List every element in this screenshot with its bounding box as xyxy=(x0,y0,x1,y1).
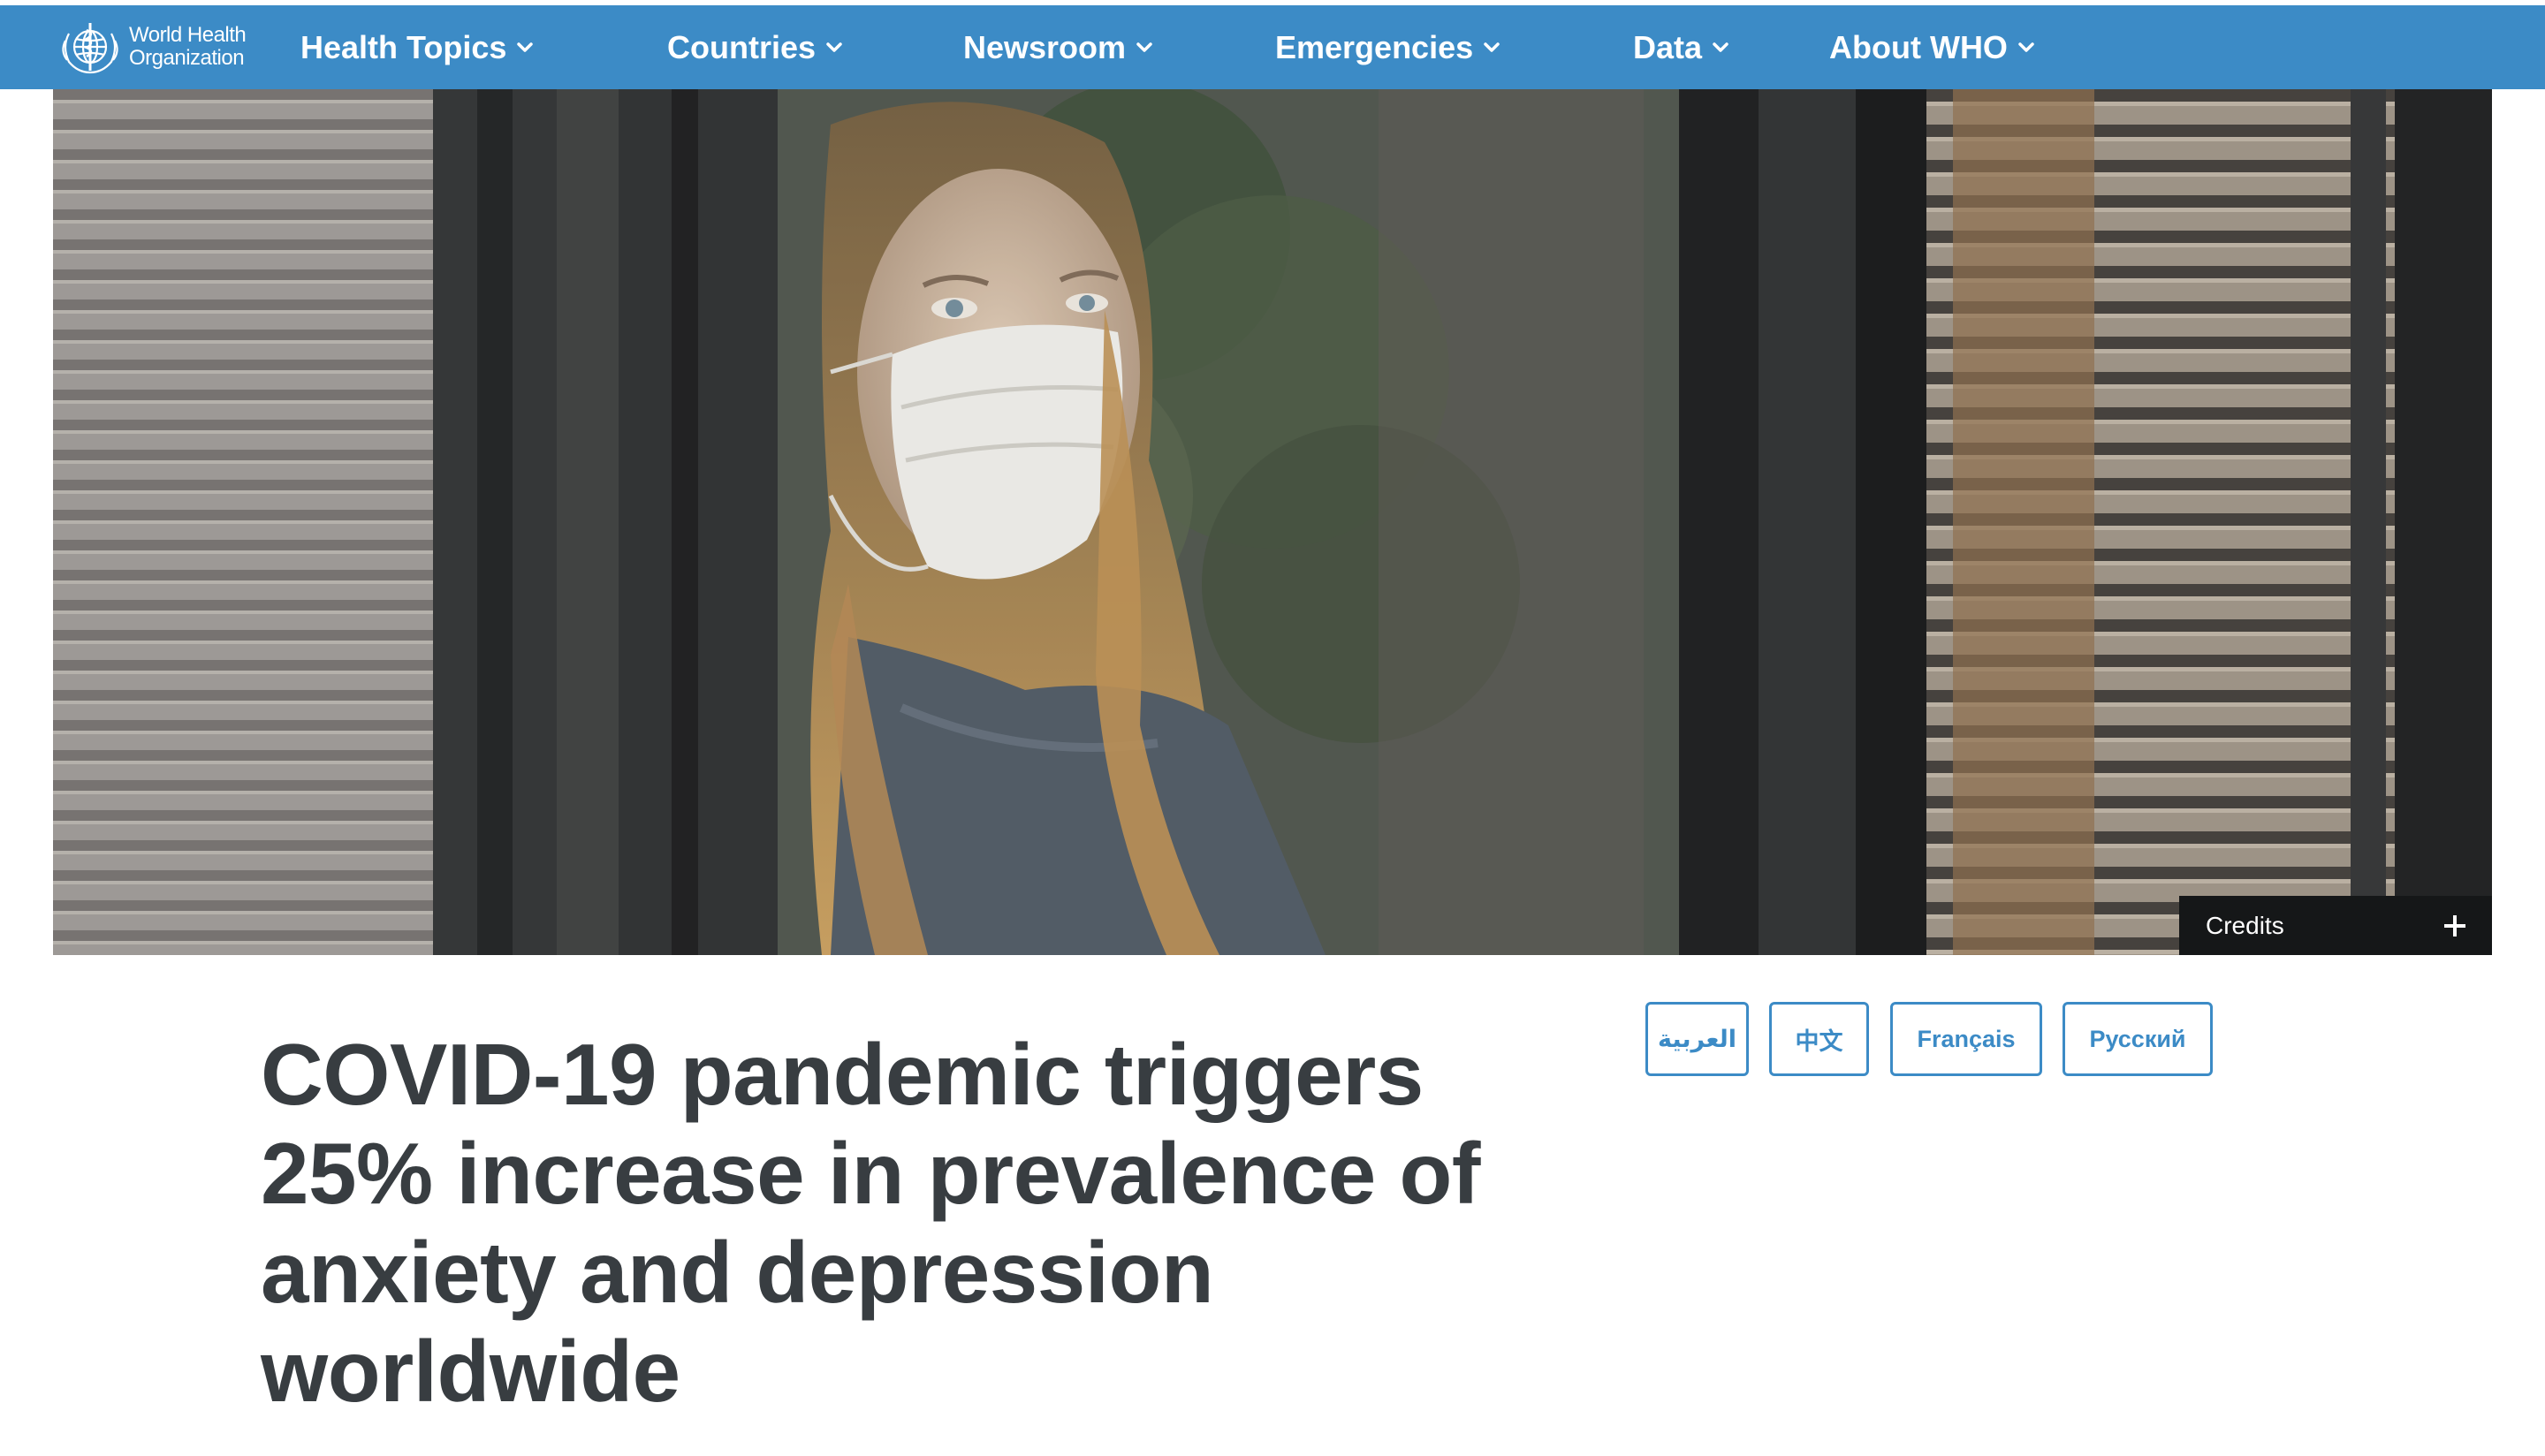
nav-emergencies[interactable]: Emergencies xyxy=(1275,5,1501,89)
chevron-down-icon xyxy=(1713,42,1728,52)
language-button-arabic[interactable]: العربية xyxy=(1645,1002,1749,1076)
nav-newsroom[interactable]: Newsroom xyxy=(963,5,1154,89)
chevron-down-icon xyxy=(1484,42,1500,52)
language-button-russian[interactable]: Русский xyxy=(2063,1002,2213,1076)
language-label: Français xyxy=(1917,1025,2016,1052)
who-emblem-icon xyxy=(62,23,118,74)
nav-countries[interactable]: Countries xyxy=(667,5,844,89)
nav-label: Data xyxy=(1633,28,1703,65)
article-title: COVID-19 pandemic triggers 25% increase … xyxy=(261,1026,1481,1420)
chevron-down-icon xyxy=(517,42,534,52)
top-navigation-bar: World Health Organization Health Topics … xyxy=(0,5,2545,89)
language-label: 中文 xyxy=(1795,1028,1843,1055)
hero-photo-illustration xyxy=(53,89,2492,955)
chevron-down-icon xyxy=(2018,42,2034,52)
credits-label: Credits xyxy=(2206,911,2284,939)
chevron-down-icon xyxy=(1136,42,1152,52)
nav-label: Newsroom xyxy=(963,28,1127,65)
logo-line-2: Organization xyxy=(129,46,245,70)
nav-label: Emergencies xyxy=(1275,28,1474,65)
nav-label: Health Topics xyxy=(300,28,507,65)
language-button-french[interactable]: Français xyxy=(1890,1002,2042,1076)
nav-about-who[interactable]: About WHO xyxy=(1829,5,2036,89)
logo-line-1: World Health xyxy=(129,23,247,47)
who-logo-text: World Health Organization xyxy=(129,23,247,70)
credits-toggle-button[interactable]: Credits xyxy=(2179,896,2492,955)
plus-icon xyxy=(2444,914,2465,937)
language-label: Русский xyxy=(2089,1025,2186,1052)
who-logo-link[interactable]: World Health Organization xyxy=(55,18,247,76)
chevron-down-icon xyxy=(826,42,842,52)
language-label: العربية xyxy=(1658,1025,1736,1052)
nav-label: Countries xyxy=(667,28,817,65)
nav-data[interactable]: Data xyxy=(1633,5,1730,89)
nav-label: About WHO xyxy=(1829,28,2008,65)
hero-image xyxy=(53,89,2492,955)
language-button-chinese[interactable]: 中文 xyxy=(1769,1002,1869,1076)
nav-health-topics[interactable]: Health Topics xyxy=(300,5,535,89)
